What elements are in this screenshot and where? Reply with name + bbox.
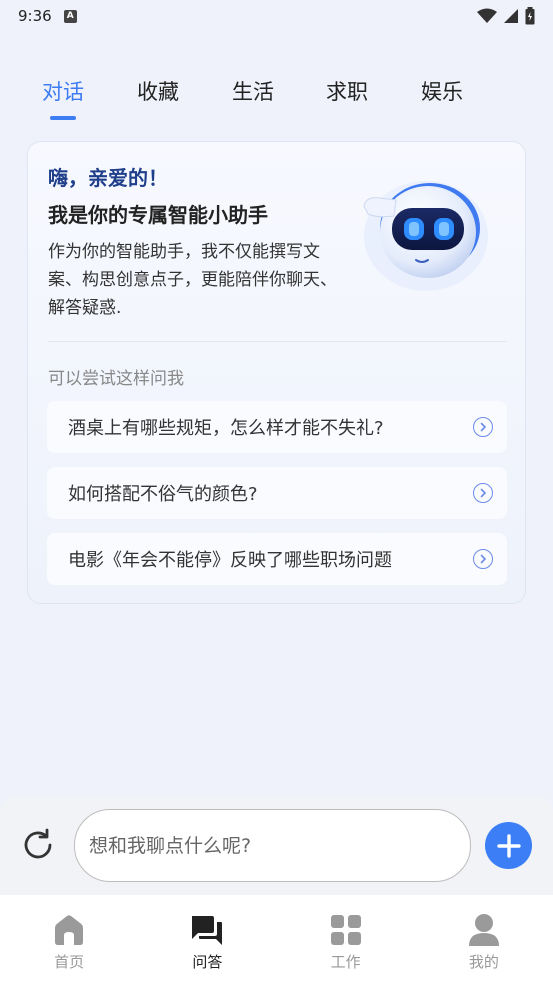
status-time: 9:36 [18,7,52,25]
assistant-intro-card: 嗨，亲爱的！ 我是你的专属智能小助手 作为你的智能助手，我不仅能撰写文案、构思创… [27,141,526,604]
nav-label: 首页 [54,953,85,971]
suggestion-text: 酒桌上有哪些规矩，怎么样才能不失礼? [68,418,384,439]
notification-a-icon: A [63,9,77,23]
chevron-right-icon [473,483,493,503]
nav-label: 工作 [330,953,361,971]
suggestion-item[interactable]: 电影《年会不能停》反映了哪些职场问题 [47,533,507,585]
nav-item-home[interactable]: 首页 [0,895,138,984]
add-button[interactable] [485,822,532,869]
suggestion-text: 电影《年会不能停》反映了哪些职场问题 [68,550,392,571]
tab-entertainment[interactable]: 娱乐 [421,76,463,106]
tab-favorites[interactable]: 收藏 [137,76,179,106]
nav-label: 我的 [468,953,499,971]
tab-job[interactable]: 求职 [326,76,368,106]
home-icon [55,915,84,945]
nav-item-qa[interactable]: 问答 [138,895,276,984]
chat-input-bar [0,795,553,895]
suggestion-item[interactable]: 如何搭配不俗气的颜色? [47,467,507,519]
wifi-icon [477,8,497,23]
nav-item-work[interactable]: 工作 [277,895,415,984]
nav-label: 问答 [192,953,223,971]
refresh-icon[interactable] [20,827,56,863]
status-bar: 9:36 A [0,0,553,32]
card-divider [48,341,507,342]
greeting-text: 嗨，亲爱的！ [48,166,168,190]
user-icon [468,914,499,946]
assistant-description: 作为你的智能助手，我不仅能撰写文案、构思创意点子，更能陪伴你聊天、解答疑惑. [48,242,337,318]
signal-icon [504,9,518,23]
suggestions-label: 可以尝试这样问我 [48,369,184,389]
suggestion-text: 如何搭配不俗气的颜色? [68,484,258,505]
category-tabs: 对话 收藏 生活 求职 娱乐 [0,76,553,126]
chevron-right-icon [473,549,493,569]
chat-input[interactable] [74,809,471,882]
assistant-title: 我是你的专属智能小助手 [48,203,268,227]
bottom-navigation: 首页 问答 工作 我的 [0,895,553,984]
tab-life[interactable]: 生活 [232,76,274,106]
chat-icon [192,916,223,945]
battery-icon [525,7,535,25]
nav-item-profile[interactable]: 我的 [415,895,553,984]
active-tab-indicator [50,116,76,120]
suggestion-item[interactable]: 酒桌上有哪些规矩，怎么样才能不失礼? [47,401,507,453]
plus-icon [496,833,521,858]
robot-mascot-icon [363,181,488,291]
chevron-right-icon [473,417,493,437]
tab-dialogue[interactable]: 对话 [42,76,84,106]
grid-icon [330,915,361,945]
